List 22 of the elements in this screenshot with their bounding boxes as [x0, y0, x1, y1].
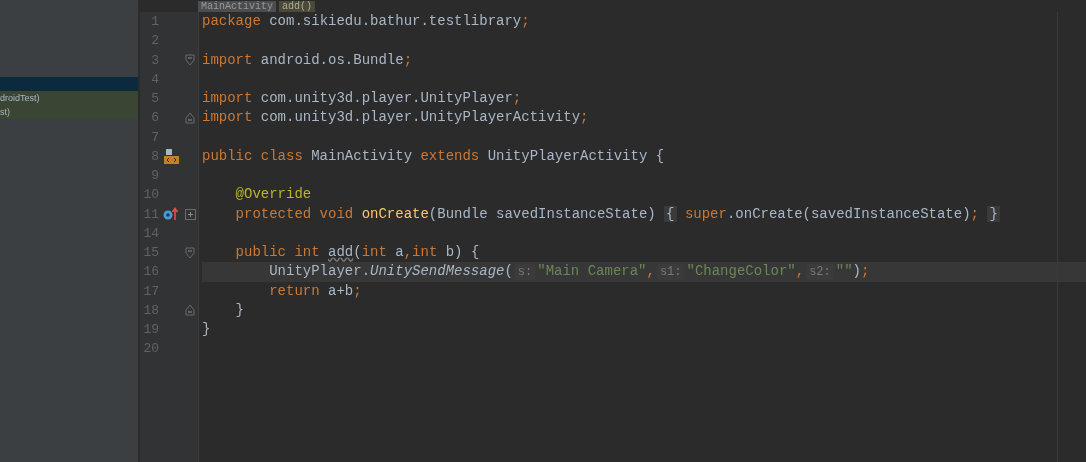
- fold-icon[interactable]: [185, 54, 195, 67]
- override-icon[interactable]: [163, 207, 179, 222]
- code-line: return a+b;: [268, 281, 363, 301]
- expand-icon[interactable]: [184, 208, 196, 220]
- code-line: public class MainActivity extends UnityPlayerActivity {: [202, 146, 666, 166]
- fold-icon[interactable]: [185, 304, 195, 317]
- code-line: import android.os.Bundle;: [202, 50, 414, 70]
- tree-item[interactable]: droidTest): [0, 91, 138, 105]
- code-line: @Override: [234, 185, 313, 205]
- fold-icon[interactable]: [185, 246, 195, 259]
- code-line: }: [202, 320, 212, 339]
- code-line: public int add(int a,int b) {: [234, 243, 481, 262]
- tree-item[interactable]: st): [0, 105, 138, 119]
- breadcrumb[interactable]: add(): [279, 1, 316, 12]
- breadcrumb[interactable]: MainActivity: [198, 1, 276, 12]
- class-icon[interactable]: [163, 148, 179, 165]
- code-line: protected void onCreate(Bundle savedInstanceState) { super.onCreate(savedInstanceState); }: [234, 204, 1001, 224]
- code-line: import com.unity3d.player.UnityPlayerActivity;: [202, 108, 590, 128]
- code-line: import com.unity3d.player.UnityPlayer;: [202, 89, 523, 108]
- code-line: }: [234, 300, 245, 320]
- code-line: package com.sikiedu.bathur.testlibrary;: [202, 12, 531, 31]
- fold-icon[interactable]: [185, 111, 195, 124]
